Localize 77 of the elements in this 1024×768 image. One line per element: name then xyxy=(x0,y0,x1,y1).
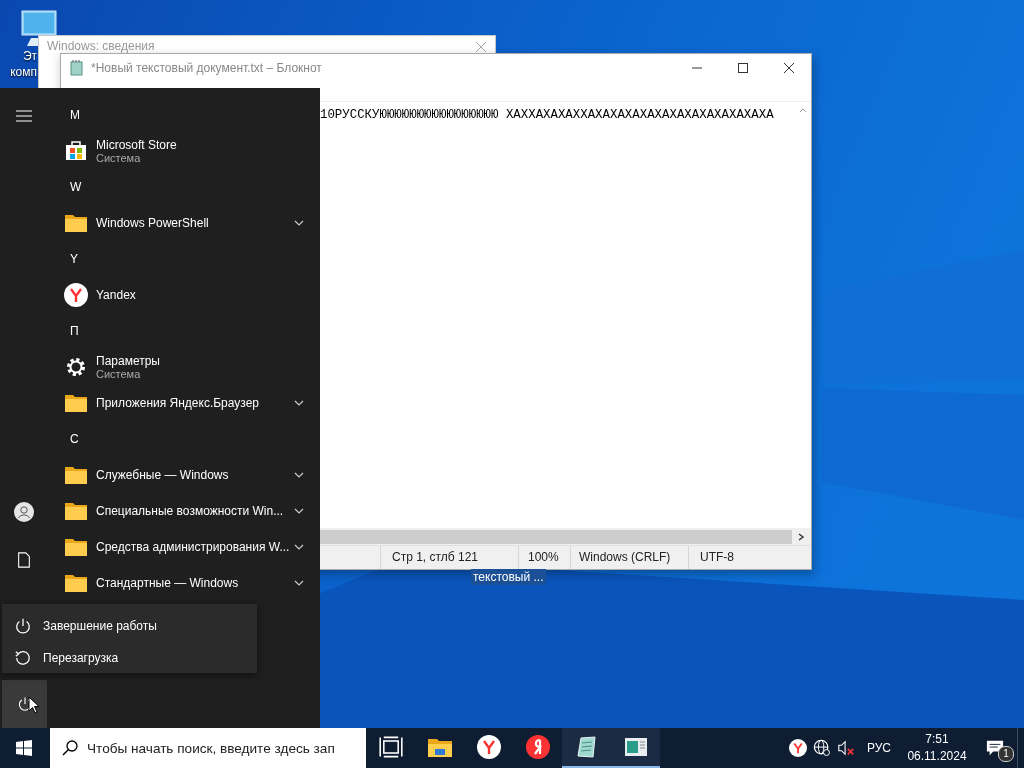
desktop-icon-label[interactable]: комп xyxy=(10,64,37,80)
chevron-down-icon[interactable] xyxy=(294,544,304,550)
window-title: Windows: сведения xyxy=(47,39,156,53)
group-letter[interactable]: П xyxy=(70,324,79,338)
app-item[interactable]: Параметры Система xyxy=(62,349,306,385)
app-name: Стандартные — Windows xyxy=(96,576,240,590)
yandex-icon xyxy=(525,735,550,759)
menu-icon[interactable] xyxy=(16,108,32,124)
power-icon xyxy=(14,617,32,635)
status-cell: Windows (CRLF) xyxy=(570,546,688,569)
text-editor[interactable]: 10РУССКУЮЮЮЮЮЮЮЮЮЮЮЮЮЮЮЮ ХАХХАХАХАХХАХАХАХАХАХАХАХАХАХАХАХАХА xyxy=(320,102,795,528)
app-subtitle: Система xyxy=(96,152,142,164)
scroll-right-icon[interactable] xyxy=(796,531,806,542)
app-name: Специальные возможности Win... xyxy=(96,504,285,518)
app-item[interactable]: Yandex xyxy=(62,277,306,313)
chevron-down-icon[interactable] xyxy=(294,472,304,478)
menu-item-label: Завершение работы xyxy=(43,619,157,633)
app-name: Приложения Яндекс.Браузер xyxy=(96,396,261,410)
restart-icon xyxy=(14,649,32,667)
scrollbar-thumb[interactable] xyxy=(320,529,792,544)
app-item[interactable]: Средства администрирования W... xyxy=(62,529,306,565)
window-title: *Новый текстовый документ.txt – Блокнот xyxy=(91,61,322,75)
app-item[interactable]: Microsoft Store Система xyxy=(62,133,306,169)
power-button[interactable] xyxy=(2,680,47,728)
chevron-down-icon[interactable] xyxy=(294,400,304,406)
app-item[interactable]: Приложения Яндекс.Браузер xyxy=(62,385,306,421)
app-name: Yandex xyxy=(96,288,137,302)
clock-time: 7:51 xyxy=(925,731,949,748)
group-letter[interactable]: Y xyxy=(70,252,78,266)
notification-badge: 1 xyxy=(998,746,1014,762)
yandex-icon[interactable] xyxy=(788,739,807,757)
app-subtitle: Система xyxy=(96,368,142,380)
maximize-icon[interactable] xyxy=(738,63,748,73)
app-name: Параметры xyxy=(96,354,161,368)
user-icon[interactable] xyxy=(14,502,34,522)
group-letter[interactable]: M xyxy=(70,108,80,122)
windows-logo-icon xyxy=(16,740,32,756)
document-icon[interactable] xyxy=(16,552,32,568)
app-item[interactable]: Windows PowerShell xyxy=(62,205,306,241)
group-letter[interactable]: W xyxy=(70,180,82,194)
yandex-icon xyxy=(64,283,88,307)
status-cell: UTF-8 xyxy=(688,546,796,569)
yandex-icon xyxy=(476,735,501,759)
close-icon[interactable] xyxy=(784,63,794,73)
notepad-icon xyxy=(574,735,599,759)
power-menu-item[interactable]: Завершение работы xyxy=(2,610,257,642)
desktop-icon-label[interactable]: Эт xyxy=(22,48,37,64)
search-field[interactable]: Чтобы начать поиск, введите здесь зап xyxy=(50,728,366,768)
app-name: Средства администрирования W... xyxy=(96,540,291,554)
group-letter[interactable]: С xyxy=(70,432,79,446)
gear-icon xyxy=(64,355,88,379)
app-item[interactable]: Специальные возможности Win... xyxy=(62,493,306,529)
store-icon xyxy=(64,139,88,163)
chevron-down-icon[interactable] xyxy=(294,508,304,514)
clock-date: 06.11.2024 xyxy=(907,748,967,765)
chevron-down-icon[interactable] xyxy=(294,580,304,586)
search-icon xyxy=(62,740,78,756)
app-item[interactable]: Стандартные — Windows xyxy=(62,565,306,601)
taskbar-app[interactable] xyxy=(562,728,611,768)
taskbar-app[interactable] xyxy=(611,728,660,768)
menu-item-label: Перезагрузка xyxy=(43,651,119,665)
editor-text: 10РУССКУЮЮЮЮЮЮЮЮЮЮЮЮЮЮЮЮ ХАХХАХАХАХХАХАХАХАХАХАХАХАХАХАХАХАХА xyxy=(320,108,774,122)
desktop-icon-label[interactable]: текстовый ... xyxy=(471,569,546,585)
cursor-icon xyxy=(28,696,40,714)
window-icon xyxy=(623,735,648,759)
app-name: Microsoft Store xyxy=(96,138,178,152)
language-indicator[interactable]: РУС xyxy=(866,741,891,755)
chevron-down-icon[interactable] xyxy=(294,220,304,226)
app-item[interactable]: Служебные — Windows xyxy=(62,457,306,493)
app-name: Windows PowerShell xyxy=(96,216,210,230)
notepad-icon xyxy=(69,60,85,76)
task-view-icon xyxy=(378,735,403,759)
globe-icon[interactable] xyxy=(812,739,831,757)
volume-muted-icon[interactable] xyxy=(836,739,855,757)
clock[interactable]: 7:51 06.11.2024 xyxy=(901,731,973,765)
power-menu-item[interactable]: Перезагрузка xyxy=(2,642,257,674)
app-name: Служебные — Windows xyxy=(96,468,230,482)
